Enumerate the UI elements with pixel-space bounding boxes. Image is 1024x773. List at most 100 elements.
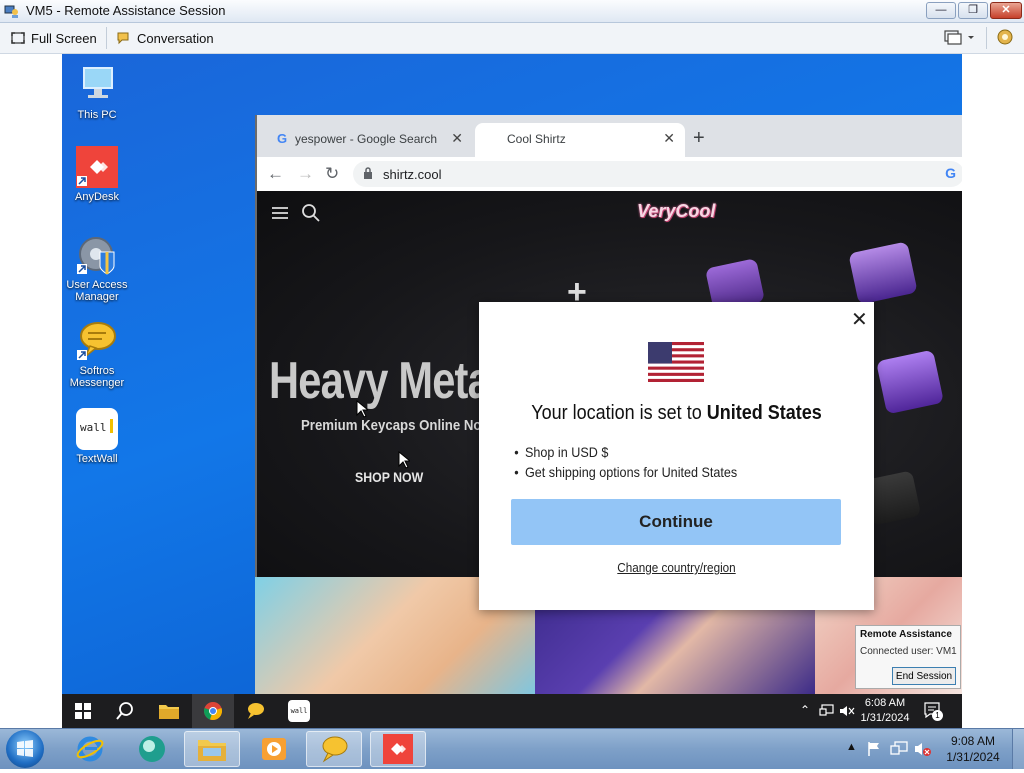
- toolbar-divider: [106, 27, 107, 49]
- change-country-link[interactable]: Change country/region: [499, 560, 855, 575]
- hamburger-menu-icon[interactable]: [271, 205, 289, 221]
- full-screen-label: Full Screen: [31, 30, 97, 46]
- keycap-decoration: [848, 241, 918, 305]
- desktop-icon-anydesk[interactable]: AnyDesk: [62, 146, 132, 203]
- windows-start-orb-icon[interactable]: [6, 730, 44, 768]
- conversation-button[interactable]: Conversation: [116, 29, 214, 47]
- local-clock[interactable]: 9:08 AM 1/31/2024: [940, 733, 1006, 765]
- remote-taskbar: wall ⌃ 6:08 AM 1/31/2024 1: [62, 694, 962, 728]
- viewport-margin-left: [0, 54, 62, 728]
- hero-subtitle: Premium Keycaps Online Now.: [301, 417, 495, 434]
- anydesk-icon: [76, 146, 118, 188]
- popup-heading: Remote Assistance: [860, 629, 952, 640]
- remote-desktop: This PC AnyDesk User Access Manager Soft…: [62, 54, 962, 694]
- connected-user-text: Connected user: VM1: [860, 646, 957, 657]
- hero-title: Heavy Metal: [269, 352, 501, 410]
- desktop-icon-this-pc[interactable]: This PC: [62, 64, 132, 121]
- search-icon[interactable]: [301, 203, 321, 223]
- url-text: shirtz.cool: [383, 167, 442, 182]
- maximize-button[interactable]: ❐: [958, 2, 988, 19]
- action-center-flag-icon[interactable]: [866, 741, 882, 757]
- softros-messenger-icon[interactable]: [306, 731, 362, 767]
- notifications-icon[interactable]: 1: [924, 702, 943, 721]
- full-screen-icon: [11, 32, 25, 44]
- remote-assistance-app-icon: [4, 5, 18, 18]
- show-desktop-button[interactable]: [1012, 729, 1024, 769]
- windows-start-icon[interactable]: [62, 694, 104, 728]
- list-item: Get shipping options for United States: [514, 464, 737, 484]
- mouse-cursor-icon: [398, 451, 410, 469]
- modal-title-prefix: Your location is set to: [531, 402, 707, 424]
- windows-explorer-icon[interactable]: [184, 731, 240, 767]
- us-flag-icon: [648, 342, 704, 382]
- desktop-icon-label: Softros Messenger: [69, 365, 125, 389]
- volume-muted-icon[interactable]: [914, 741, 932, 757]
- shop-now-link[interactable]: SHOP NOW: [355, 469, 423, 485]
- textwall-icon: wall: [76, 408, 118, 450]
- text-cursor-mark: [110, 419, 113, 433]
- internet-explorer-icon[interactable]: [62, 731, 118, 767]
- new-tab-button[interactable]: +: [693, 127, 705, 150]
- modal-title-country: United States: [706, 402, 822, 424]
- computer-icon: [76, 64, 118, 106]
- desktop-icon-user-access-manager[interactable]: User Access Manager: [62, 234, 132, 303]
- conversation-icon: [117, 32, 129, 45]
- lock-icon: [364, 167, 372, 179]
- remote-clock[interactable]: 6:08 AM 1/31/2024: [852, 696, 918, 726]
- window-titlebar: VM5 - Remote Assistance Session — ❐ ✕: [0, 0, 1024, 23]
- keycap-decoration: [876, 349, 944, 415]
- end-session-button[interactable]: End Session: [892, 667, 956, 685]
- list-item: Shop in USD $: [514, 444, 737, 464]
- anydesk-icon[interactable]: [370, 731, 426, 767]
- desktop-icon-label: TextWall: [76, 453, 118, 465]
- tab-google-search[interactable]: G yespower - Google Search ✕: [263, 123, 473, 157]
- full-screen-button[interactable]: Full Screen: [10, 29, 97, 47]
- modal-close-icon[interactable]: ✕: [851, 310, 868, 330]
- help-settings-icon[interactable]: [996, 28, 1014, 51]
- desktop-icon-label: This PC: [77, 109, 117, 121]
- reload-icon[interactable]: ↻: [325, 164, 339, 184]
- desktop-icon-softros-messenger[interactable]: Softros Messenger: [62, 320, 132, 389]
- remote-time: 6:08 AM: [864, 697, 906, 709]
- notification-count-badge: 1: [932, 710, 943, 721]
- toolbar-divider: [986, 27, 987, 49]
- softros-messenger-icon[interactable]: [234, 694, 276, 728]
- local-time: 9:08 AM: [950, 734, 996, 748]
- show-hidden-icons-icon[interactable]: ▲: [846, 741, 857, 753]
- tab-title: Cool Shirtz: [507, 132, 566, 146]
- site-logo[interactable]: VeryCool: [637, 201, 715, 222]
- close-button[interactable]: ✕: [990, 2, 1022, 19]
- chevron-up-icon[interactable]: ⌃: [800, 703, 810, 717]
- continue-button[interactable]: Continue: [511, 499, 841, 545]
- location-modal: ✕ Your location is set to United States …: [479, 302, 874, 610]
- close-tab-icon[interactable]: ✕: [451, 130, 463, 147]
- remote-assistance-toolbar: Full Screen Conversation: [0, 23, 1024, 54]
- mouse-cursor-icon: [356, 400, 368, 418]
- file-explorer-icon[interactable]: [148, 694, 190, 728]
- google-lens-icon[interactable]: G: [945, 165, 956, 181]
- textwall-taskbar-label: wall: [288, 700, 310, 722]
- address-bar[interactable]: shirtz.cool G: [353, 161, 962, 187]
- desktop-icon-label: User Access Manager: [66, 279, 128, 303]
- network-icon[interactable]: [890, 741, 908, 757]
- google-favicon-icon: G: [277, 131, 288, 146]
- media-player-icon[interactable]: [246, 731, 302, 767]
- display-settings-icon[interactable]: [944, 29, 974, 52]
- back-arrow-icon[interactable]: ←: [267, 164, 284, 184]
- forward-arrow-icon[interactable]: →: [297, 164, 314, 184]
- chrome-icon[interactable]: [192, 694, 234, 728]
- tab-cool-shirtz[interactable]: Cool Shirtz ✕: [475, 123, 685, 157]
- modal-benefits-list: Shop in USD $ Get shipping options for U…: [514, 444, 761, 484]
- modal-title: Your location is set to United States: [499, 402, 855, 425]
- textwall-icon[interactable]: wall: [278, 694, 320, 728]
- remote-assistance-popup: Remote Assistance Connected user: VM1 En…: [855, 625, 961, 689]
- network-icon[interactable]: [819, 704, 835, 718]
- close-tab-icon[interactable]: ✕: [663, 130, 675, 147]
- desktop-icon-textwall[interactable]: wall TextWall: [62, 408, 132, 465]
- search-icon[interactable]: [104, 694, 146, 728]
- local-taskbar: ▲ 9:08 AM 1/31/2024: [0, 728, 1024, 769]
- local-date: 1/31/2024: [946, 750, 1000, 764]
- tab-title: yespower - Google Search: [295, 132, 438, 146]
- minimize-button[interactable]: —: [926, 2, 956, 19]
- media-app-icon[interactable]: [124, 731, 180, 767]
